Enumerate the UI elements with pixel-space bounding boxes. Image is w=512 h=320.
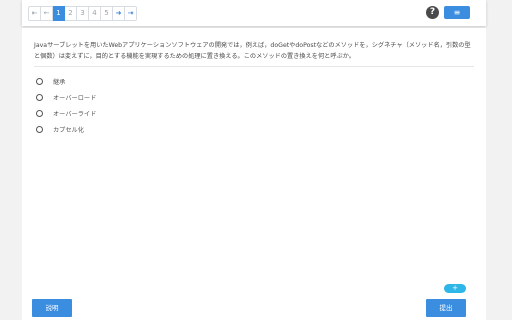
page-3-button[interactable]: 3 [77, 6, 89, 21]
page-1-button[interactable]: 1 [53, 6, 65, 21]
next-page-icon[interactable]: ➜ [113, 6, 125, 21]
option-label: カプセル化 [53, 126, 84, 134]
pagination: ⇤ ← 1 2 3 4 5 ➜ ⇥ [28, 6, 137, 21]
option-label: オーバーロード [53, 94, 97, 102]
option-label: オーバーライド [53, 110, 97, 118]
answer-options: 継承 オーバーロード オーバーライド カプセル化 [36, 73, 96, 137]
page-5-button[interactable]: 5 [101, 6, 113, 21]
option-1[interactable]: 継承 [36, 73, 96, 89]
question-text: Javaサーブレットを用いたWebアプリケーションソフトウェアの開発では，例えば… [34, 40, 474, 67]
help-icon[interactable]: ? [426, 6, 439, 19]
radio-button[interactable] [36, 109, 43, 117]
last-page-icon[interactable]: ⇥ [125, 6, 137, 21]
radio-button[interactable] [36, 93, 43, 101]
option-4[interactable]: カプセル化 [36, 121, 96, 137]
question-card: Javaサーブレットを用いたWebアプリケーションソフトウェアの開発では，例えば… [22, 28, 486, 320]
option-3[interactable]: オーバーライド [36, 105, 96, 121]
page-4-button[interactable]: 4 [89, 6, 101, 21]
explain-button[interactable]: 説明 [32, 299, 72, 317]
radio-button[interactable] [36, 77, 43, 85]
submit-button[interactable]: 提出 [426, 299, 466, 317]
radio-button[interactable] [36, 125, 43, 133]
first-page-icon[interactable]: ⇤ [28, 6, 41, 21]
menu-button[interactable]: ≡ [444, 6, 470, 19]
prev-page-icon[interactable]: ← [41, 6, 53, 21]
plus-button[interactable]: + [444, 284, 466, 293]
top-bar: ⇤ ← 1 2 3 4 5 ➜ ⇥ ? ≡ [22, 0, 486, 26]
page-2-button[interactable]: 2 [65, 6, 77, 21]
option-label: 継承 [53, 78, 66, 86]
option-2[interactable]: オーバーロード [36, 89, 96, 105]
